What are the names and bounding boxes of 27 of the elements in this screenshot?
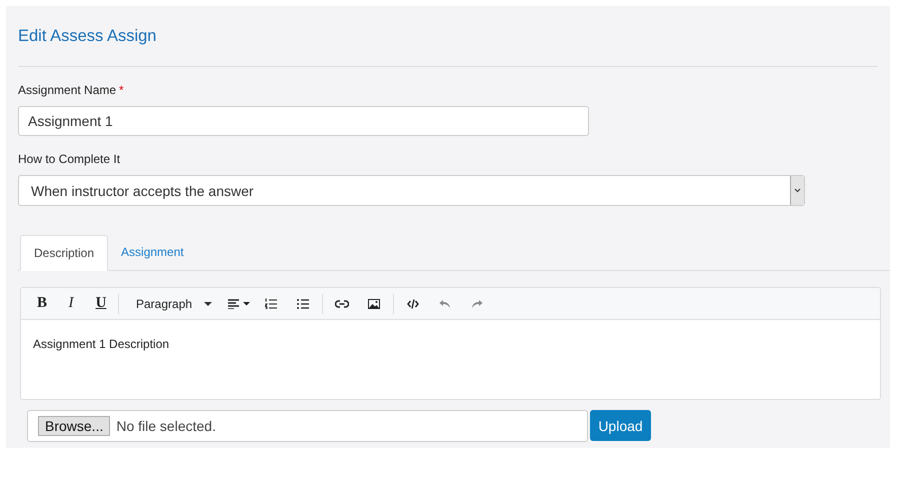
field-label: Assignment Name — [18, 83, 116, 97]
editor-text[interactable]: Assignment 1 Description — [21, 320, 182, 368]
caret-down-icon — [204, 302, 212, 306]
redo-icon — [471, 298, 484, 308]
image-icon — [368, 298, 380, 308]
file-input[interactable]: Browse... No file selected. — [27, 410, 588, 442]
file-status: No file selected. — [116, 418, 216, 434]
upload-button[interactable]: Upload — [590, 410, 651, 441]
underline-button[interactable]: U — [87, 292, 115, 314]
bold-button[interactable]: B — [29, 292, 55, 314]
chevron-down-icon — [794, 188, 801, 193]
completion-select[interactable]: When instructor accepts the answer — [18, 175, 805, 206]
link-icon — [335, 300, 350, 308]
align-left-icon — [228, 298, 250, 308]
assignment-name-field[interactable]: Assignment 1 — [18, 106, 589, 136]
required-mark: * — [119, 83, 124, 97]
browse-button[interactable]: Browse... — [38, 416, 110, 436]
bullet-list-icon — [297, 298, 310, 308]
undo-icon — [439, 298, 452, 308]
field-label: How to Complete It — [18, 152, 120, 166]
page-title: Edit Assess Assign — [18, 26, 158, 47]
italic-button[interactable]: I — [55, 292, 87, 314]
tab[interactable]: Assignment — [108, 235, 197, 269]
paragraph-dropdown[interactable]: Paragraph — [128, 292, 224, 314]
code-icon — [407, 298, 420, 308]
numbered-list-icon — [265, 298, 278, 309]
tab[interactable]: Description — [20, 235, 108, 271]
